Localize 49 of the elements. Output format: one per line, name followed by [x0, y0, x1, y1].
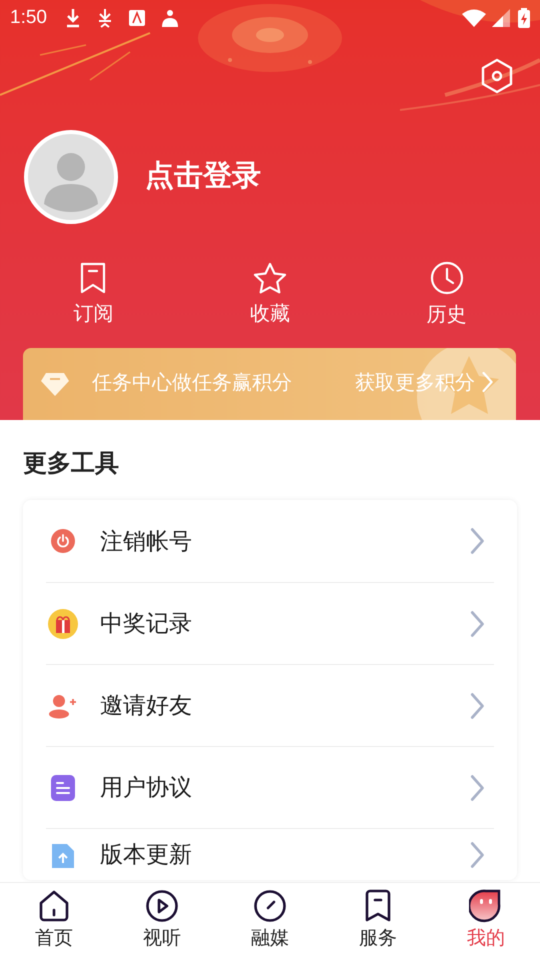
nav-tab[interactable]: 服务 — [324, 883, 432, 960]
chevron-right-icon — [469, 527, 486, 555]
chevron-right-icon — [469, 610, 486, 638]
gauge-icon — [253, 889, 287, 924]
tool-label: 版本更新 — [100, 840, 193, 870]
document-icon — [50, 774, 76, 802]
task-banner-title: 任务中心做任务赢积分 — [92, 371, 292, 396]
clock-icon — [428, 260, 465, 296]
bookmark-icon — [363, 889, 393, 924]
status-time: 1:50 — [10, 6, 47, 30]
download-icon — [64, 8, 81, 28]
settings-icon[interactable] — [480, 58, 514, 94]
login-link[interactable]: 点击登录 — [145, 155, 261, 199]
quick-action[interactable]: 订阅 — [33, 260, 154, 330]
signal-icon — [492, 9, 510, 27]
play-icon — [145, 889, 179, 924]
tool-label: 中奖记录 — [100, 609, 193, 638]
person-icon — [160, 9, 179, 27]
nav-tab[interactable]: 我的 — [432, 883, 540, 960]
diamond-icon — [40, 371, 70, 397]
nav-tab[interactable]: 视听 — [108, 883, 216, 960]
tool-label: 用户协议 — [100, 773, 193, 802]
home-icon — [37, 889, 71, 924]
nav-tab[interactable]: 首页 — [0, 883, 108, 960]
chevron-right-icon — [469, 692, 486, 720]
tool-label: 邀请好友 — [100, 691, 193, 720]
quick-action[interactable]: 历史 — [386, 260, 507, 330]
chevron-right-icon — [480, 371, 494, 393]
text-icon — [128, 10, 145, 26]
power-icon — [50, 528, 76, 554]
download-icon — [96, 8, 113, 28]
tool-row[interactable]: 版本更新 — [46, 828, 494, 880]
quick-action[interactable]: 收藏 — [210, 260, 330, 330]
chevron-right-icon — [469, 774, 486, 802]
face-icon — [469, 889, 503, 924]
tool-row[interactable]: 用户协议 — [46, 746, 494, 828]
nav-tab[interactable]: 融媒 — [216, 883, 324, 960]
star-icon — [252, 261, 288, 295]
gift-icon — [47, 608, 79, 640]
chevron-right-icon — [469, 840, 486, 868]
tool-row[interactable]: 邀请好友 — [46, 664, 494, 746]
tool-label: 注销帐号 — [100, 526, 193, 556]
add-person-icon — [48, 692, 78, 718]
tool-row[interactable]: 中奖记录 — [46, 582, 494, 664]
wifi-icon — [462, 9, 486, 27]
battery-charging-icon — [518, 8, 530, 28]
tool-row[interactable]: 注销帐号 — [46, 500, 494, 582]
avatar[interactable] — [24, 130, 118, 224]
section-title: 更多工具 — [23, 449, 120, 479]
